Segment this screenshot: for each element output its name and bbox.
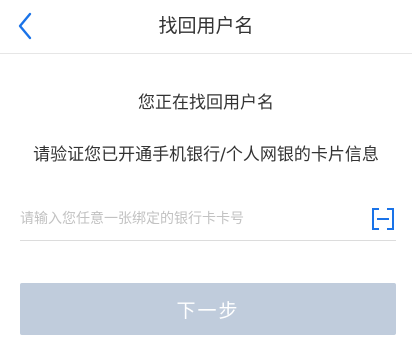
nav-bar: 找回用户名 (0, 0, 412, 54)
card-number-row (20, 198, 396, 241)
page-title: 找回用户名 (158, 15, 254, 37)
scan-card-button[interactable] (370, 206, 396, 232)
instruction-text: 请验证您已开通手机银行/个人网银的卡片信息 (33, 145, 379, 165)
card-scan-icon (372, 208, 394, 230)
subtitle: 您正在找回用户名 (138, 93, 274, 113)
card-number-input[interactable] (20, 198, 360, 240)
next-button[interactable]: 下一步 (20, 283, 396, 335)
